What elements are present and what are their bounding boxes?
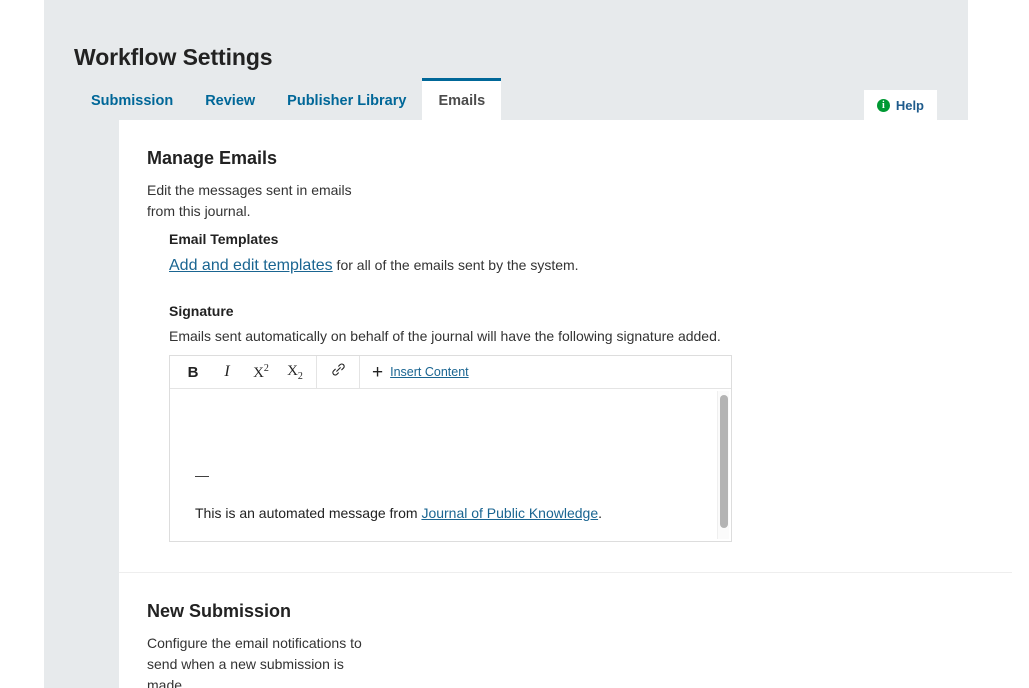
email-templates-label: Email Templates bbox=[169, 231, 279, 247]
signature-group: Signature Emails sent automatically on b… bbox=[147, 303, 1012, 542]
email-templates-group: Email Templates Add and edit templates f… bbox=[147, 231, 1012, 275]
signature-text-before: This is an automated message from bbox=[195, 505, 422, 521]
tab-review-label: Review bbox=[205, 92, 256, 109]
signature-sentence: This is an automated message from Journa… bbox=[195, 503, 731, 523]
tab-publisher-library[interactable]: Publisher Library bbox=[271, 78, 422, 120]
signature-description: Emails sent automatically on behalf of t… bbox=[169, 328, 721, 344]
link-icon bbox=[330, 361, 347, 383]
plus-icon: + bbox=[372, 361, 384, 383]
signature-label: Signature bbox=[169, 303, 234, 319]
email-templates-row: Add and edit templates for all of the em… bbox=[169, 257, 1012, 275]
signature-text-after: . bbox=[598, 505, 602, 521]
editor-toolbar: B I X2 X2 + Insert Content bbox=[170, 355, 731, 389]
add-and-edit-templates-link[interactable]: Add and edit templates bbox=[169, 257, 333, 274]
subscript-icon: X2 bbox=[287, 362, 303, 382]
new-submission-title: New Submission bbox=[147, 601, 292, 621]
new-submission-description: Configure the email notifications to sen… bbox=[147, 635, 362, 688]
tab-publisher-library-label: Publisher Library bbox=[287, 92, 407, 109]
workflow-settings-tabs: Submission Review Publisher Library Emai… bbox=[75, 78, 502, 120]
page-title: Workflow Settings bbox=[74, 44, 273, 71]
signature-editor-body[interactable]: — This is an automated message from Jour… bbox=[170, 389, 731, 541]
tab-submission[interactable]: Submission bbox=[75, 78, 189, 120]
journal-link[interactable]: Journal of Public Knowledge bbox=[421, 505, 598, 521]
tab-submission-label: Submission bbox=[91, 92, 174, 109]
tab-emails[interactable]: Emails bbox=[422, 78, 502, 120]
superscript-icon: X2 bbox=[253, 362, 269, 381]
signature-editor: B I X2 X2 + Insert Content — This is an … bbox=[169, 355, 732, 542]
new-submission-section: New Submission Configure the email notif… bbox=[119, 573, 1012, 688]
tab-review[interactable]: Review bbox=[189, 78, 271, 120]
tab-emails-label: Emails bbox=[438, 92, 486, 109]
bold-icon: B bbox=[187, 363, 199, 381]
info-icon: i bbox=[876, 98, 890, 112]
superscript-button[interactable]: X2 bbox=[244, 356, 278, 388]
signature-dash: — bbox=[195, 467, 209, 483]
screenshot-root: Workflow Settings Submission Review Publ… bbox=[0, 0, 1029, 688]
editor-scrollbar[interactable] bbox=[717, 391, 729, 539]
editor-scrollbar-thumb[interactable] bbox=[720, 395, 728, 528]
link-button[interactable] bbox=[321, 356, 355, 388]
editor-top-spacer bbox=[195, 399, 731, 465]
manage-emails-description: Edit the messages sent in emails from th… bbox=[147, 182, 352, 219]
toolbar-divider-2 bbox=[359, 355, 360, 389]
content-card: Manage Emails Edit the messages sent in … bbox=[119, 120, 1012, 688]
toolbar-divider-1 bbox=[316, 355, 317, 389]
manage-emails-title: Manage Emails bbox=[147, 148, 278, 168]
app-panel: Workflow Settings Submission Review Publ… bbox=[44, 0, 1012, 688]
italic-icon: I bbox=[224, 363, 230, 380]
italic-button[interactable]: I bbox=[210, 356, 244, 388]
email-templates-rest-text: for all of the emails sent by the system… bbox=[332, 257, 579, 273]
insert-content-button[interactable]: + Insert Content bbox=[364, 363, 469, 382]
bold-button[interactable]: B bbox=[176, 356, 210, 388]
help-button[interactable]: i Help bbox=[863, 90, 937, 120]
subscript-button[interactable]: X2 bbox=[278, 356, 312, 388]
insert-content-label: Insert Content bbox=[390, 365, 469, 379]
help-button-label: Help bbox=[895, 97, 924, 113]
manage-emails-section: Manage Emails Edit the messages sent in … bbox=[119, 120, 1012, 542]
